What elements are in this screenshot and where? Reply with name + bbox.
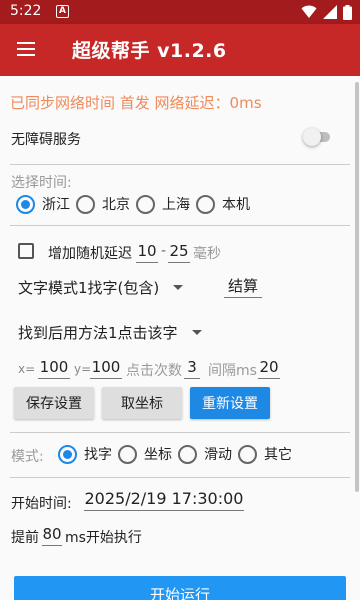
radio-label: 浙江 [42, 197, 70, 213]
radio-time-beijing[interactable]: 北京 [76, 194, 130, 214]
y-label: y= [74, 362, 92, 376]
text-mode-value: 文字模式1找字(包含) [18, 279, 160, 297]
delay-separator: - [161, 243, 167, 259]
time-select-label: 选择时间: [11, 175, 72, 191]
random-delay-label: 增加随机延迟 [48, 246, 132, 262]
radio-label: 滑动 [204, 447, 232, 463]
divider [10, 432, 350, 433]
radio-label: 找字 [84, 447, 112, 463]
radio-label: 上海 [162, 197, 190, 213]
sync-status-text: 已同步网络时间 首发 网络延迟：0ms [10, 94, 262, 112]
radio-mode-coords[interactable]: 坐标 [118, 444, 172, 464]
advance-prefix: 提前 [11, 530, 39, 546]
signal-icon [323, 5, 337, 19]
radio-label: 本机 [222, 197, 250, 213]
radio-mode-swipe[interactable]: 滑动 [178, 444, 232, 464]
reset-button[interactable]: 重新设置 [190, 387, 270, 419]
radio-time-local[interactable]: 本机 [196, 194, 250, 214]
start-run-button[interactable]: 开始运行 [14, 576, 346, 600]
click-count-label: 点击次数 [126, 363, 182, 379]
menu-icon[interactable] [14, 38, 38, 62]
radio-time-zhejiang[interactable]: 浙江 [16, 194, 70, 214]
save-settings-button[interactable]: 保存设置 [14, 387, 94, 419]
advance-field[interactable]: 80 [42, 524, 62, 546]
x-field[interactable]: 100 [38, 357, 70, 379]
divider [10, 225, 350, 226]
y-field[interactable]: 100 [90, 357, 122, 379]
click-method-value: 找到后用方法1点击该字 [18, 324, 178, 342]
wifi-icon [301, 5, 317, 18]
interval-label: 间隔ms [208, 363, 257, 379]
get-coords-button[interactable]: 取坐标 [102, 387, 182, 419]
x-label: x= [18, 362, 36, 376]
notification-icon: A [56, 5, 69, 18]
app-title: 超级帮手 v1.2.6 [72, 40, 227, 62]
radio-label: 坐标 [144, 447, 172, 463]
dropdown-arrow-icon [173, 285, 184, 290]
radio-time-shanghai[interactable]: 上海 [136, 194, 190, 214]
accessibility-label: 无障碍服务 [11, 132, 81, 148]
start-time-field[interactable]: 2025/2/19 17:30:00 [84, 489, 244, 511]
divider [10, 164, 350, 165]
app-bar: 超级帮手 v1.2.6 [0, 24, 360, 76]
text-mode-select[interactable]: 文字模式1找字(包含) [18, 277, 184, 298]
battery-icon [343, 4, 352, 20]
calc-field[interactable]: 结算 [224, 276, 262, 298]
click-count-field[interactable]: 3 [184, 357, 200, 379]
interval-field[interactable]: 20 [258, 357, 280, 379]
start-time-label: 开始时间: [11, 496, 72, 512]
status-bar: 5:22 A [0, 0, 360, 24]
advance-suffix: ms开始执行 [65, 530, 142, 546]
radio-mode-other[interactable]: 其它 [238, 444, 292, 464]
radio-label: 其它 [264, 447, 292, 463]
delay-unit: 毫秒 [193, 246, 221, 262]
click-method-select[interactable]: 找到后用方法1点击该字 [18, 322, 202, 343]
scrollbar[interactable] [355, 82, 359, 492]
dropdown-arrow-icon [191, 330, 202, 335]
mode-label: 模式: [11, 449, 44, 465]
random-delay-checkbox[interactable] [18, 243, 34, 259]
delay-max-field[interactable]: 25 [168, 241, 190, 263]
radio-mode-find-text[interactable]: 找字 [58, 444, 112, 464]
status-icons [301, 4, 352, 20]
accessibility-toggle[interactable] [303, 128, 330, 146]
status-time: 5:22 [10, 3, 42, 19]
delay-min-field[interactable]: 10 [136, 241, 158, 263]
divider [10, 477, 350, 478]
radio-label: 北京 [102, 197, 130, 213]
